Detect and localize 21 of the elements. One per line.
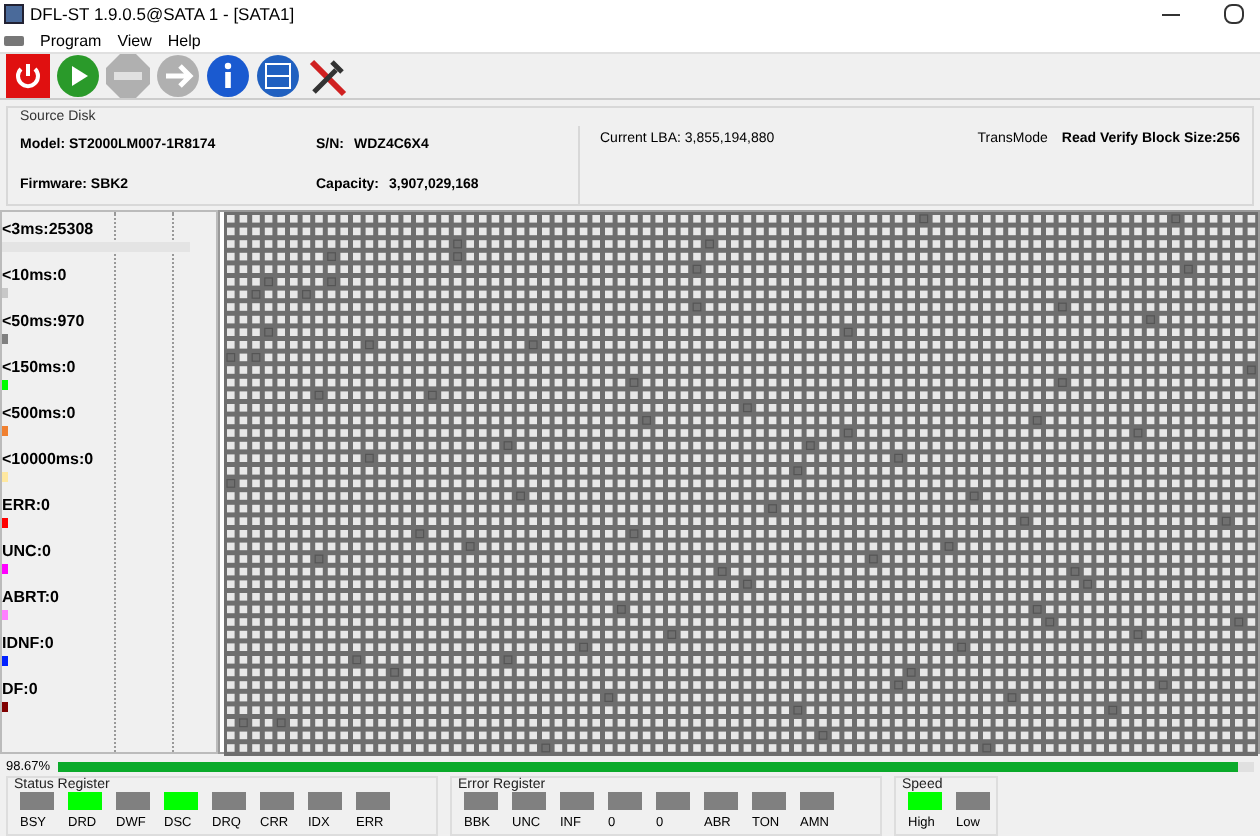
play-icon[interactable] xyxy=(56,54,100,98)
legend-label: <3ms:25308 xyxy=(2,220,96,238)
app-icon xyxy=(4,4,24,24)
menu-item[interactable]: Help xyxy=(167,31,201,49)
info-icon[interactable] xyxy=(206,54,250,98)
legend-label: ABRT:0 xyxy=(2,588,61,606)
menu-item[interactable]: View xyxy=(117,31,152,49)
legend-label: <10000ms:0 xyxy=(2,450,96,468)
maximize-icon[interactable] xyxy=(1224,4,1244,24)
window-title: DFL-ST 1.9.0.5@SATA 1 - [SATA1] xyxy=(30,4,297,24)
legend-label: UNC:0 xyxy=(2,542,53,560)
legend-label: <500ms:0 xyxy=(2,404,78,422)
power-button-icon[interactable] xyxy=(6,54,50,98)
legend-label: ERR:0 xyxy=(2,496,53,514)
menu-item[interactable]: Program xyxy=(40,31,102,49)
hammer-screwdriver-icon[interactable] xyxy=(306,54,350,98)
legend-label: <10ms:0 xyxy=(2,266,69,284)
legend-label: <150ms:0 xyxy=(2,358,78,376)
legend-label: IDNF:0 xyxy=(2,634,56,652)
legend-label: <50ms:970 xyxy=(2,312,87,330)
legend-label: DF:0 xyxy=(2,680,40,698)
